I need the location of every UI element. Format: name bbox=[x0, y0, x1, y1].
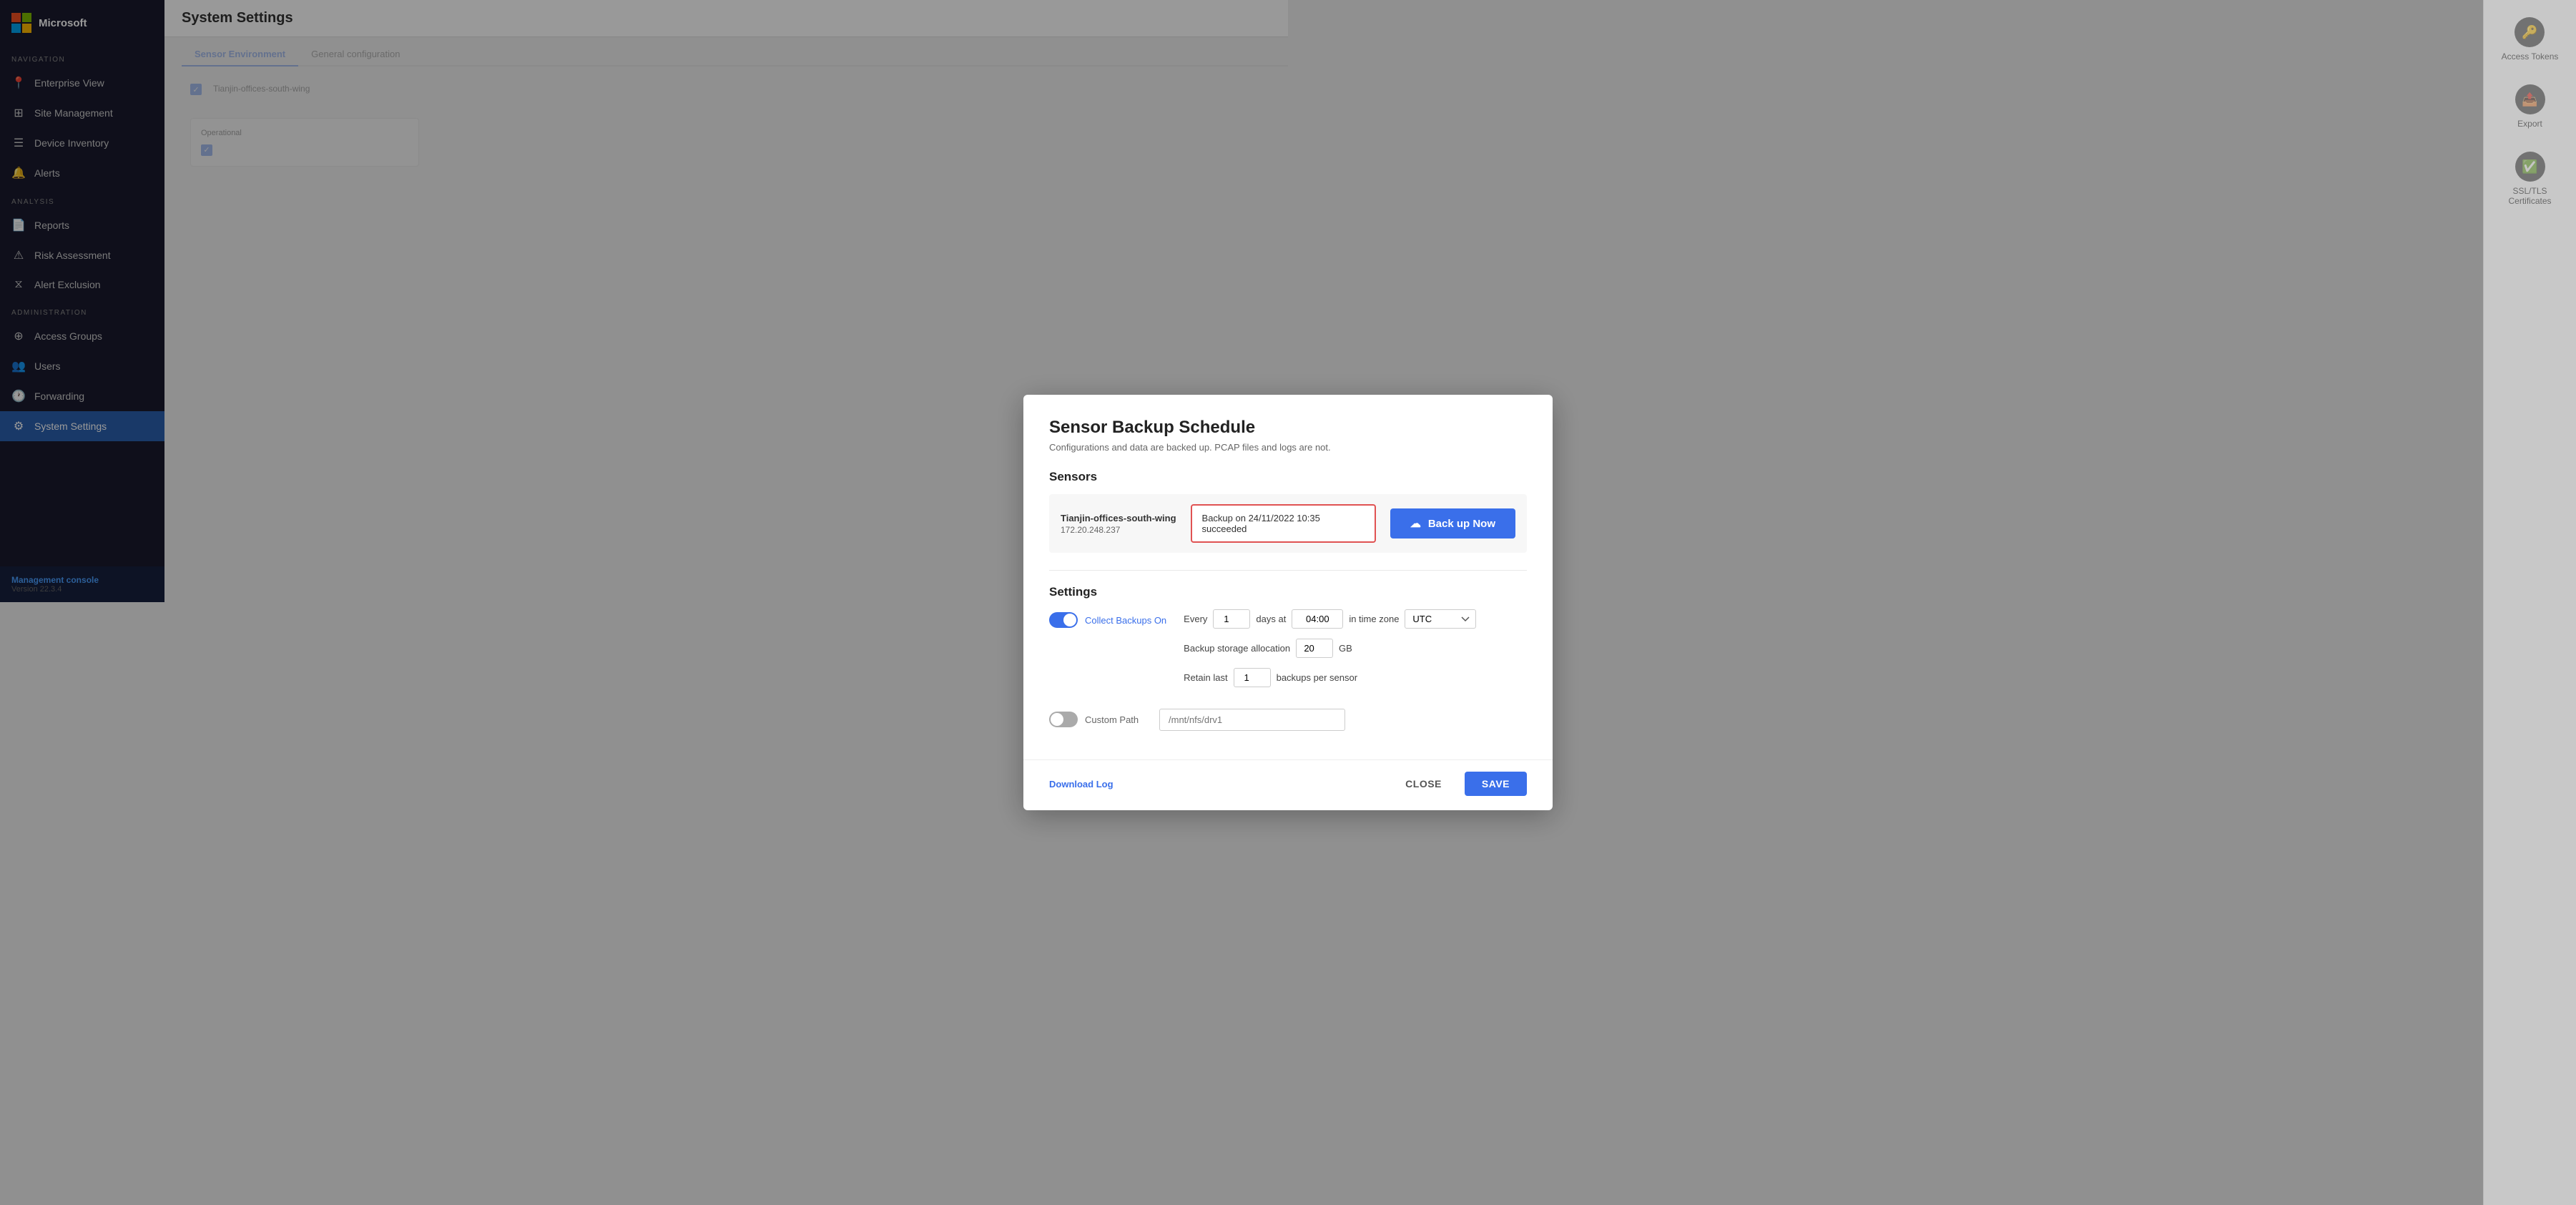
modal-subtitle: Configurations and data are backed up. P… bbox=[1049, 442, 1288, 453]
sensor-ip: 172.20.248.237 bbox=[1061, 525, 1176, 535]
settings-heading: Settings bbox=[1049, 585, 1288, 599]
sensor-info: Tianjin-offices-south-wing 172.20.248.23… bbox=[1061, 513, 1176, 535]
sensor-row: Tianjin-offices-south-wing 172.20.248.23… bbox=[1049, 494, 1288, 553]
modal-title: Sensor Backup Schedule bbox=[1049, 418, 1288, 438]
modal-body: Sensor Backup Schedule Configurations an… bbox=[1023, 395, 1288, 602]
sensor-name: Tianjin-offices-south-wing bbox=[1061, 513, 1176, 523]
sensors-heading: Sensors bbox=[1049, 470, 1288, 484]
sensor-status-box: Backup on 24/11/2022 10:35 succeeded bbox=[1191, 504, 1288, 543]
settings-section: Settings Collect Backups On Eve bbox=[1049, 570, 1288, 602]
modal-backdrop: Sensor Backup Schedule Configurations an… bbox=[164, 0, 1288, 602]
main-content: System Settings Sensor Environment Gener… bbox=[164, 0, 1288, 602]
sensor-backup-modal: Sensor Backup Schedule Configurations an… bbox=[1023, 395, 1288, 602]
